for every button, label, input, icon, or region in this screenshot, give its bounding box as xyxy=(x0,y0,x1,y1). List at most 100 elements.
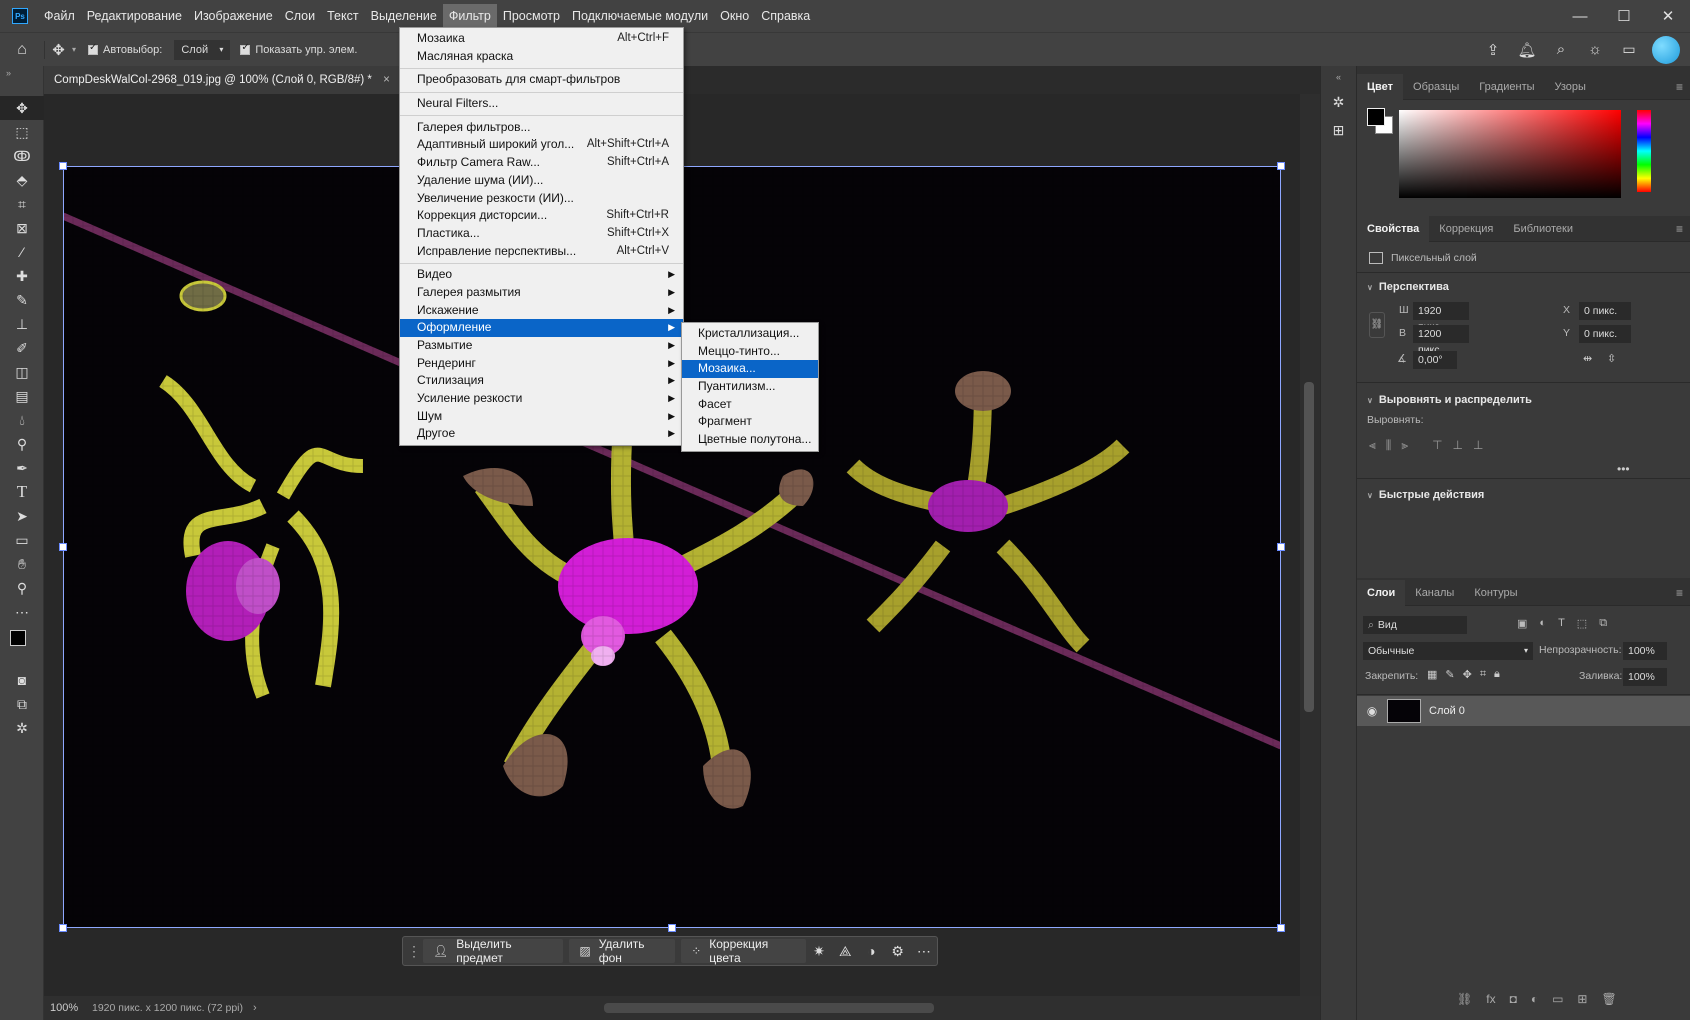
menu-item[interactable]: Текст xyxy=(321,4,364,28)
drag-handle-icon[interactable]: ⋮ xyxy=(407,943,421,960)
brush-tool-icon[interactable]: ✎ xyxy=(0,288,44,312)
link-icon[interactable]: ⛓ xyxy=(1369,312,1385,338)
menu-item[interactable]: Подключаемые модули xyxy=(566,4,714,28)
document-tab[interactable]: CompDeskWalCol-2968_019.jpg @ 100% (Слой… xyxy=(44,66,400,94)
tab-patterns[interactable]: Узоры xyxy=(1545,74,1596,100)
lock-artboard-icon[interactable]: ⌗ xyxy=(1480,668,1486,681)
filter-menu-item[interactable]: Увеличение резкости (ИИ)... xyxy=(400,190,683,208)
align-middle-icon[interactable]: ⊥ xyxy=(1453,438,1463,453)
fx-icon[interactable]: fx xyxy=(1486,992,1495,1006)
frame-tool-icon[interactable]: ⊠ xyxy=(0,216,44,240)
dodge-tool-icon[interactable]: ⚲ xyxy=(0,432,44,456)
transform-handle[interactable] xyxy=(668,924,676,932)
screen-mode-icon[interactable]: ⧉ xyxy=(0,692,44,716)
submenu-item[interactable]: Мозаика... xyxy=(682,360,818,379)
workspace-icon[interactable]: ▭ xyxy=(1612,41,1646,58)
submenu-item[interactable]: Меццо-тинто... xyxy=(682,343,818,361)
select-subject-button[interactable]: 👤︎ Выделить предмет xyxy=(423,937,564,965)
foreground-color-swatch[interactable] xyxy=(10,630,26,646)
minimize-button[interactable]: — xyxy=(1558,8,1602,25)
filter-menu-item[interactable]: Оформление ▶ xyxy=(400,319,683,337)
panel-menu-icon[interactable]: ≡ xyxy=(1676,80,1690,94)
lock-pixels-icon[interactable]: ✎ xyxy=(1445,668,1454,681)
filter-menu-item[interactable]: Стилизация ▶ xyxy=(400,372,683,390)
align-center-icon[interactable]: ⫼ xyxy=(1386,438,1392,453)
color-correction-button[interactable]: ⁘ Коррекция цвета xyxy=(681,937,806,965)
adjustments-icon[interactable]: ⊞ xyxy=(1321,116,1356,144)
filter-menu-item[interactable]: Neural Filters... xyxy=(400,95,683,113)
tab-adjustments[interactable]: Коррекция xyxy=(1429,216,1503,242)
image-filter-icon[interactable]: ▣ xyxy=(1517,617,1527,630)
link-layers-icon[interactable]: ⛓ xyxy=(1457,992,1472,1006)
lock-all-icon[interactable]: 🔒︎ xyxy=(1494,668,1500,681)
eraser-tool-icon[interactable]: ◫ xyxy=(0,360,44,384)
lasso-tool-icon[interactable]: ↂ xyxy=(0,144,44,168)
tab-color[interactable]: Цвет xyxy=(1357,73,1404,100)
menu-item[interactable]: Слои xyxy=(279,4,321,28)
align-right-icon[interactable]: ⫸ xyxy=(1401,438,1408,453)
filter-menu-item[interactable]: Размытие ▶ xyxy=(400,337,683,355)
blend-mode-dropdown[interactable]: Обычные ▾ xyxy=(1363,642,1533,660)
pen-tool-icon[interactable]: ✒ xyxy=(0,456,44,480)
panel-menu-icon[interactable]: ≡ xyxy=(1676,586,1690,600)
filter-menu-item[interactable]: Шум ▶ xyxy=(400,408,683,426)
avatar[interactable] xyxy=(1652,35,1680,64)
more-icon[interactable]: ⋯ xyxy=(911,943,937,960)
color-swatches[interactable] xyxy=(0,624,43,668)
layer-row[interactable]: ◉ Слой 0 xyxy=(1357,696,1690,726)
flip-horizontal-icon[interactable]: ⇹ xyxy=(1583,352,1592,365)
color-picker-field[interactable] xyxy=(1399,110,1621,198)
eyedropper-tool-icon[interactable]: ⁄ xyxy=(0,240,44,264)
layer-filter-dropdown[interactable]: ⌕ Вид xyxy=(1363,616,1467,634)
tab-gradients[interactable]: Градиенты xyxy=(1469,74,1544,100)
more-tools-icon[interactable]: ⋯ xyxy=(0,600,44,624)
menu-item[interactable]: Фильтр xyxy=(442,4,497,28)
gradient-tool-icon[interactable]: ▤ xyxy=(0,384,44,408)
tab-libraries[interactable]: Библиотеки xyxy=(1503,216,1583,242)
transform-handle[interactable] xyxy=(1277,924,1285,932)
menu-item[interactable]: Выделение xyxy=(365,4,443,28)
trash-icon[interactable]: 🗑︎ xyxy=(1601,992,1616,1006)
marquee-tool-icon[interactable]: ⬚ xyxy=(0,120,44,144)
hand-tool-icon[interactable]: ✋︎ xyxy=(0,552,44,576)
submenu-item[interactable]: Пуантилизм... xyxy=(682,378,818,396)
submenu-item[interactable]: Кристаллизация... xyxy=(682,325,818,343)
menu-item[interactable]: Файл xyxy=(38,4,81,28)
transform-handle[interactable] xyxy=(1277,543,1285,551)
type-tool-icon[interactable]: T xyxy=(0,480,44,504)
blur-tool-icon[interactable]: 💧︎ xyxy=(0,408,44,432)
healing-brush-tool-icon[interactable]: ✚ xyxy=(0,264,44,288)
show-controls-checkbox[interactable] xyxy=(240,42,251,55)
lock-transparency-icon[interactable]: ▦ xyxy=(1427,668,1437,681)
scrollbar-thumb[interactable] xyxy=(1304,382,1314,712)
move-tool-icon[interactable]: ✥ xyxy=(44,40,72,59)
filter-menu-item[interactable]: Галерея размытия ▶ xyxy=(400,284,683,302)
filter-menu-item[interactable]: Мозаика Alt+Ctrl+F xyxy=(400,30,683,48)
rectangle-tool-icon[interactable]: ▭ xyxy=(0,528,44,552)
filter-menu-item[interactable]: Коррекция дисторсии... Shift+Ctrl+R xyxy=(400,207,683,225)
submenu-item[interactable]: Цветные полутона... xyxy=(682,431,818,449)
remove-background-button[interactable]: ▨ Удалить фон xyxy=(569,937,676,965)
smart-filter-icon[interactable]: ⧉ xyxy=(1599,617,1607,630)
new-layer-icon[interactable]: ⊞ xyxy=(1577,992,1587,1006)
transform-handle[interactable] xyxy=(1277,162,1285,170)
filter-menu-item[interactable]: Масляная краска xyxy=(400,48,683,66)
settings-icon[interactable]: ⚙ xyxy=(885,943,911,960)
mask-icon[interactable]: ◘ xyxy=(1510,992,1517,1006)
transform-handle[interactable] xyxy=(59,543,67,551)
move-tool-icon[interactable]: ✥ xyxy=(0,96,44,120)
tab-layers[interactable]: Слои xyxy=(1357,579,1406,606)
submenu-item[interactable]: Фрагмент xyxy=(682,413,818,431)
flip-vertical-icon[interactable]: ⇳ xyxy=(1607,352,1616,365)
fill-field[interactable]: 100% xyxy=(1623,668,1667,686)
search-icon[interactable]: ⌕ xyxy=(1544,41,1578,58)
panel-menu-icon[interactable]: ≡ xyxy=(1676,222,1690,236)
lightbulb-icon[interactable]: ☼ xyxy=(1578,41,1612,58)
menu-item[interactable]: Просмотр xyxy=(497,4,566,28)
maximize-button[interactable]: ☐ xyxy=(1602,7,1646,25)
type-filter-icon[interactable]: T xyxy=(1558,617,1565,630)
chevron-right-icon[interactable]: › xyxy=(253,1002,257,1014)
menu-item[interactable]: Изображение xyxy=(188,4,279,28)
tab-properties[interactable]: Свойства xyxy=(1357,215,1430,242)
submenu-item[interactable]: Фасет xyxy=(682,396,818,414)
